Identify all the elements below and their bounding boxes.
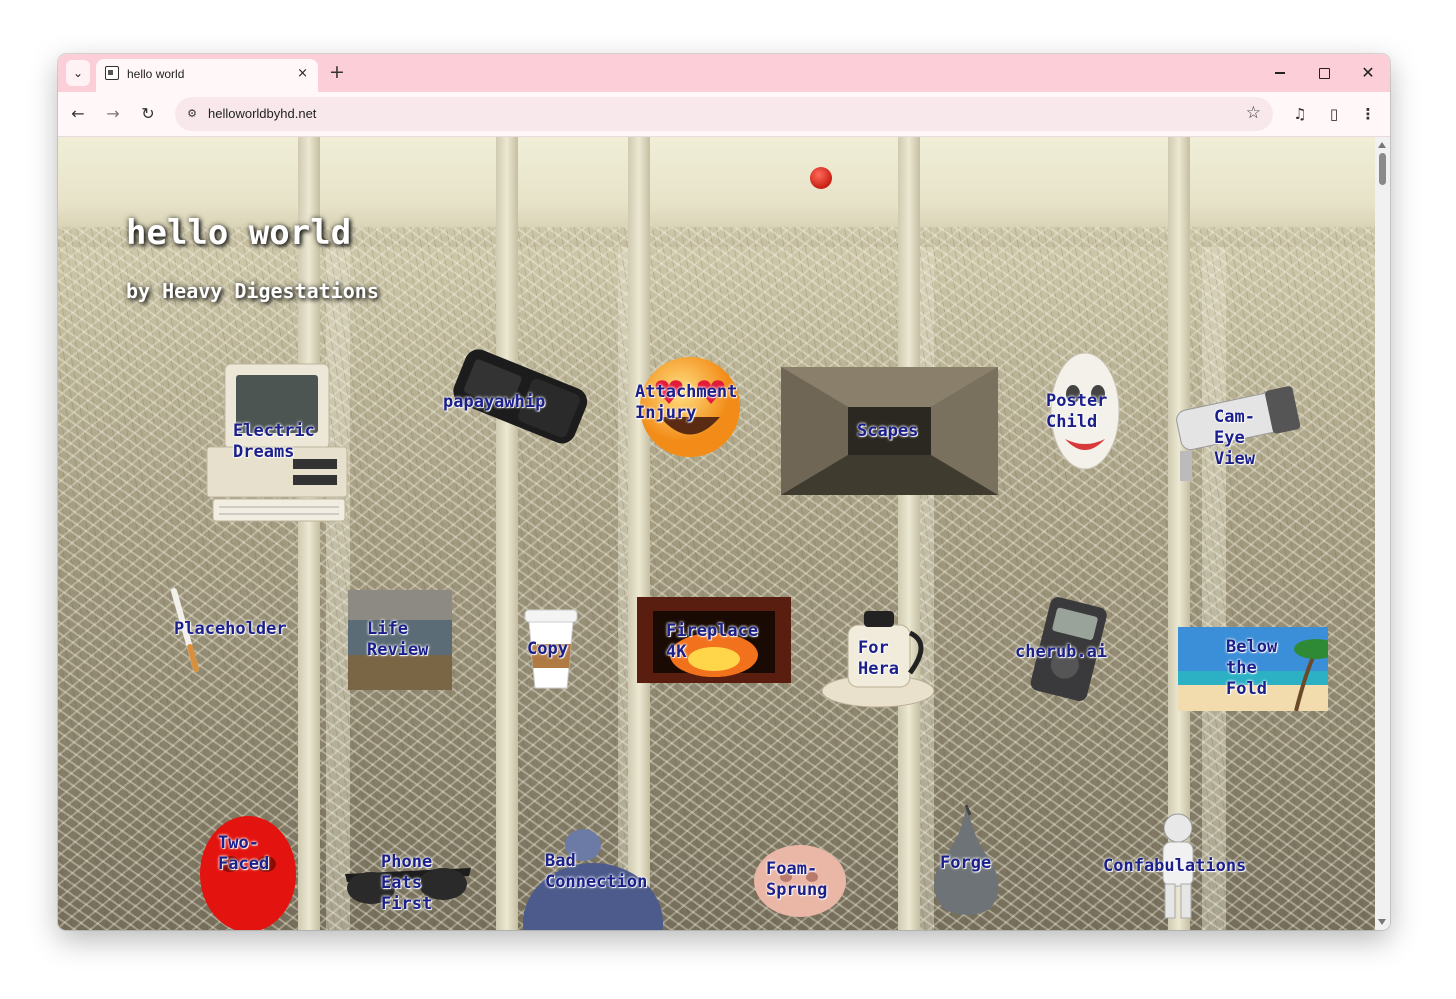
item-label: cherub.ai [1015,642,1108,662]
page-viewport: hello world by Heavy Digestations Electr… [58,137,1375,930]
rack-post [496,137,518,930]
close-icon: ✕ [1361,63,1375,82]
vertical-scrollbar[interactable] [1375,137,1390,930]
item-label: Attachment Injury [635,382,738,423]
back-button[interactable]: ← [66,102,90,126]
link-attachment-injury[interactable]: Attachment Injury [635,352,750,462]
site-info-icon[interactable]: ⚙ [183,105,201,123]
browser-window: ⌄ hello world × + ✕ ← → ↻ ⚙ helloworldby… [58,54,1390,930]
link-for-hera[interactable]: For Hera [818,605,940,711]
media-controls-button[interactable]: ♫ [1288,102,1312,126]
bookmark-star-icon[interactable]: ☆ [1246,103,1261,123]
url-text[interactable]: helloworldbyhd.net [208,106,316,121]
item-label: Phone Eats First [381,852,433,914]
item-label: Below the Fold [1226,637,1278,699]
link-life-review[interactable]: Life Review [348,590,452,690]
item-label: Poster Child [1046,391,1108,432]
link-placeholder[interactable]: Placeholder [168,585,298,675]
scroll-up-arrow-icon[interactable] [1378,142,1386,148]
link-two-faced[interactable]: Two- Faced [198,812,298,930]
arrow-right-icon: → [106,104,120,123]
extension-icon: ▯ [1329,105,1339,123]
item-label: Foam- Sprung [766,859,828,900]
link-cam-eye-view[interactable]: Cam- Eye View [1170,381,1305,486]
alarm-light-icon [810,167,832,189]
item-label: Placeholder [174,619,287,639]
item-label: Two- Faced [218,833,270,874]
link-papayawhip[interactable]: papayawhip [443,347,593,457]
item-label: Scapes [857,421,919,441]
close-tab-icon[interactable]: × [297,65,308,83]
link-copy[interactable]: Copy [521,606,581,691]
extension-button[interactable]: ▯ [1322,102,1346,126]
tab-title: hello world [127,67,185,81]
item-label: Copy [527,639,568,659]
media-queue-icon: ♫ [1293,105,1307,123]
item-label: Life Review [367,619,429,660]
link-bad-connection[interactable]: Bad Connection [513,827,663,930]
rack-post [298,137,320,930]
link-forge[interactable]: Forge [930,805,1005,915]
item-label: Cam- Eye View [1214,407,1255,469]
menu-button[interactable]: ⋮ [1356,102,1380,126]
maximize-button[interactable] [1309,62,1339,84]
scroll-thumb[interactable] [1379,153,1386,185]
link-foam-sprung[interactable]: Foam- Sprung [750,839,850,919]
kebab-menu-icon: ⋮ [1360,105,1376,123]
rack-post [898,137,920,930]
page-title: hello world [126,213,352,253]
toolbar: ← → ↻ ⚙ helloworldbyhd.net ☆ ♫ ▯ ⋮ [58,92,1390,137]
tab-hello-world[interactable]: hello world × [96,59,318,92]
tab-strip: ⌄ hello world × + ✕ [58,54,1390,92]
link-scapes[interactable]: Scapes [781,367,998,495]
reload-button[interactable]: ↻ [136,102,160,126]
item-label: papayawhip [443,392,546,412]
tab-search-button[interactable]: ⌄ [66,60,90,86]
link-fireplace-4k[interactable]: Fireplace 4K [637,597,791,683]
new-tab-button[interactable]: + [329,61,345,83]
item-label: Electric Dreams [233,421,315,462]
arrow-left-icon: ← [71,104,85,123]
link-confabulations[interactable]: Confabulations [1103,812,1263,922]
reload-icon: ↻ [141,104,155,123]
minimize-icon [1275,72,1285,74]
item-label: Bad Connection [545,851,648,892]
favicon-icon [105,66,119,80]
item-label: Confabulations [1103,856,1247,876]
item-label: Fireplace 4K [666,621,759,662]
page-subtitle: by Heavy Digestations [126,279,379,303]
item-label: For Hera [858,638,899,679]
link-phone-eats-first[interactable]: Phone Eats First [343,852,473,922]
minimize-button[interactable] [1265,62,1295,84]
link-poster-child[interactable]: Poster Child [1043,349,1128,484]
close-window-button[interactable]: ✕ [1353,62,1383,84]
maximize-icon [1318,68,1330,79]
item-label: Forge [940,853,992,873]
link-cherub-ai[interactable]: cherub.ai [1013,597,1118,707]
address-bar[interactable]: ⚙ helloworldbyhd.net ☆ [175,97,1273,131]
scroll-down-arrow-icon[interactable] [1378,919,1386,925]
rack-post [628,137,650,930]
forward-button[interactable]: → [101,102,125,126]
link-electric-dreams[interactable]: Electric Dreams [203,359,353,524]
link-below-the-fold[interactable]: Below the Fold [1178,627,1328,711]
chevron-down-icon: ⌄ [72,66,84,80]
